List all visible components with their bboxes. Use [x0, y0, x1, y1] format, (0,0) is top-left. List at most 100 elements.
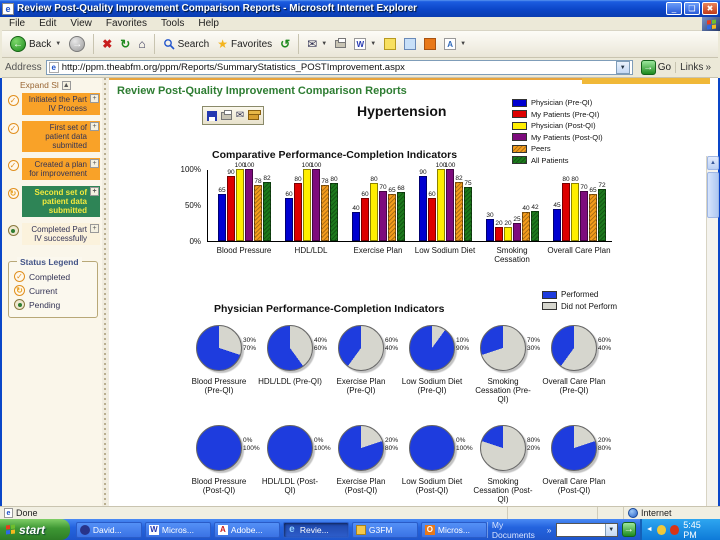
- home-button[interactable]: ⌂: [134, 33, 149, 55]
- step-expand-icon[interactable]: +: [90, 159, 99, 168]
- step-expand-icon[interactable]: +: [90, 122, 99, 131]
- edit-dropdown-icon[interactable]: ▼: [370, 41, 376, 47]
- back-dropdown-icon[interactable]: ▼: [55, 41, 61, 47]
- search-label: Search: [177, 38, 210, 50]
- step-label: Completed Part IV successfully: [31, 225, 87, 243]
- pie-percent-labels: 0% 100%: [314, 437, 331, 452]
- taskbar-go-icon[interactable]: →: [621, 522, 636, 537]
- address-dropdown-icon[interactable]: ▼: [615, 61, 630, 74]
- step-box[interactable]: + First set of patient data submitted: [22, 121, 100, 152]
- taskbar-button[interactable]: W Micros...: [144, 521, 211, 538]
- y-tick-0: 0%: [189, 237, 201, 246]
- quick-launch-address[interactable]: My Documents »: [486, 520, 556, 540]
- menu-help[interactable]: Help: [191, 18, 226, 29]
- bar: [254, 184, 262, 241]
- minimize-button[interactable]: _: [666, 2, 682, 15]
- report-content: Review Post-Quality Improvement Comparis…: [109, 78, 710, 506]
- legend-entry: Peers: [512, 144, 603, 153]
- taskbar-button[interactable]: A Adobe...: [213, 521, 280, 538]
- research-dropdown-icon[interactable]: ▼: [460, 41, 466, 47]
- messenger-button[interactable]: [420, 33, 440, 55]
- completed-status-icon: ✓: [7, 95, 19, 106]
- status-legend-items: ✓ Completed ↻ Current Pending: [14, 271, 93, 310]
- legend-label: Peers: [531, 144, 551, 153]
- menu-favorites[interactable]: Favorites: [99, 18, 154, 29]
- sidebar-step[interactable]: ✓ + Created a plan for improvement: [4, 158, 102, 180]
- menu-view[interactable]: View: [63, 18, 99, 29]
- tray-chevron-icon[interactable]: ◄: [646, 526, 653, 533]
- discuss-button[interactable]: [400, 33, 420, 55]
- tray-icon-1[interactable]: [656, 524, 667, 535]
- bar-value-label: 65: [218, 187, 226, 195]
- sidebar-step[interactable]: + Completed Part IV successfully: [4, 223, 102, 245]
- bar-value-label: 42: [531, 203, 539, 211]
- taskbar-button[interactable]: David...: [75, 521, 142, 538]
- favorites-button[interactable]: ★ Favorites: [213, 33, 276, 55]
- print-report-icon[interactable]: [220, 109, 232, 120]
- bar: [379, 190, 387, 241]
- tray-icon-2[interactable]: [670, 524, 680, 535]
- mail-report-icon[interactable]: ✉: [236, 110, 244, 122]
- menu-edit[interactable]: Edit: [32, 18, 63, 29]
- export-icon[interactable]: [248, 109, 261, 120]
- taskbar-address-input[interactable]: ▼: [555, 522, 618, 537]
- save-icon[interactable]: [206, 110, 217, 121]
- step-box[interactable]: + Initiated the Part IV Process: [22, 93, 100, 115]
- expand-header[interactable]: Expand Sl ▲: [2, 78, 102, 93]
- notes-button[interactable]: [380, 33, 400, 55]
- page-doc-icon: e: [4, 508, 13, 518]
- go-button[interactable]: → Go: [640, 60, 671, 75]
- sidebar-step[interactable]: ↻ + Second set of patient data submitted: [4, 186, 102, 217]
- taskbar-button[interactable]: e Revie...: [282, 521, 349, 538]
- menu-file[interactable]: File: [2, 18, 32, 29]
- taskbar-address-dropdown-icon[interactable]: ▼: [604, 523, 617, 536]
- mail-dropdown-icon[interactable]: ▼: [321, 41, 327, 47]
- vertical-scrollbar[interactable]: ▲ ▼: [706, 156, 719, 540]
- research-button[interactable]: A ▼: [440, 33, 470, 55]
- step-box[interactable]: + Completed Part IV successfully: [22, 223, 100, 245]
- bar-wrap: 100: [436, 162, 446, 241]
- mail-button[interactable]: ✉ ▼: [303, 33, 331, 55]
- pie-circle: [338, 425, 384, 471]
- bar: [303, 169, 311, 241]
- bar: [562, 183, 570, 241]
- start-button[interactable]: start: [0, 519, 70, 540]
- start-label: start: [19, 522, 46, 537]
- bar: [397, 192, 405, 241]
- step-box[interactable]: + Created a plan for improvement: [22, 158, 100, 180]
- address-input[interactable]: e http://ppm.theabfm.org/ppm/Reports/Sum…: [45, 60, 633, 75]
- stop-button[interactable]: ✖: [98, 33, 116, 55]
- sidebar-scrollbar[interactable]: [102, 78, 109, 506]
- step-expand-icon[interactable]: +: [90, 94, 99, 103]
- legend-swatch: [512, 156, 527, 164]
- pie-percent-labels: 10% 90%: [456, 337, 470, 352]
- step-box[interactable]: + Second set of patient data submitted: [22, 186, 100, 217]
- history-button[interactable]: ↺: [276, 33, 294, 55]
- step-expand-icon[interactable]: +: [90, 187, 99, 196]
- forward-button[interactable]: →: [65, 33, 89, 55]
- print-button[interactable]: [331, 33, 350, 55]
- pie-legend-label: Performed: [561, 290, 599, 299]
- back-button[interactable]: ← Back ▼: [6, 33, 65, 55]
- clock: 5:45 PM: [683, 519, 701, 540]
- taskbar-button[interactable]: G3FM: [351, 521, 418, 538]
- close-button[interactable]: ✖: [702, 2, 718, 15]
- edit-button[interactable]: W ▼: [350, 33, 380, 55]
- scroll-up-icon[interactable]: ▲: [707, 156, 719, 170]
- restore-button[interactable]: ❏: [684, 2, 700, 15]
- step-expand-icon[interactable]: +: [90, 224, 99, 233]
- links-toolbar[interactable]: Links »: [675, 62, 715, 73]
- current-status-icon: ↻: [7, 188, 19, 199]
- sidebar-step[interactable]: ✓ + First set of patient data submitted: [4, 121, 102, 152]
- bar: [330, 183, 338, 241]
- taskbar-button[interactable]: O Micros...: [420, 521, 487, 538]
- bar: [321, 184, 329, 241]
- scrollbar-thumb[interactable]: [707, 172, 719, 218]
- refresh-button[interactable]: ↻: [116, 33, 134, 55]
- bar-value-label: 78: [321, 177, 329, 185]
- bar-wrap: 80: [370, 176, 378, 241]
- search-button[interactable]: Search: [159, 33, 214, 55]
- expand-toggle-icon[interactable]: ▲: [61, 80, 71, 90]
- menu-tools[interactable]: Tools: [154, 18, 191, 29]
- sidebar-step[interactable]: ✓ + Initiated the Part IV Process: [4, 93, 102, 115]
